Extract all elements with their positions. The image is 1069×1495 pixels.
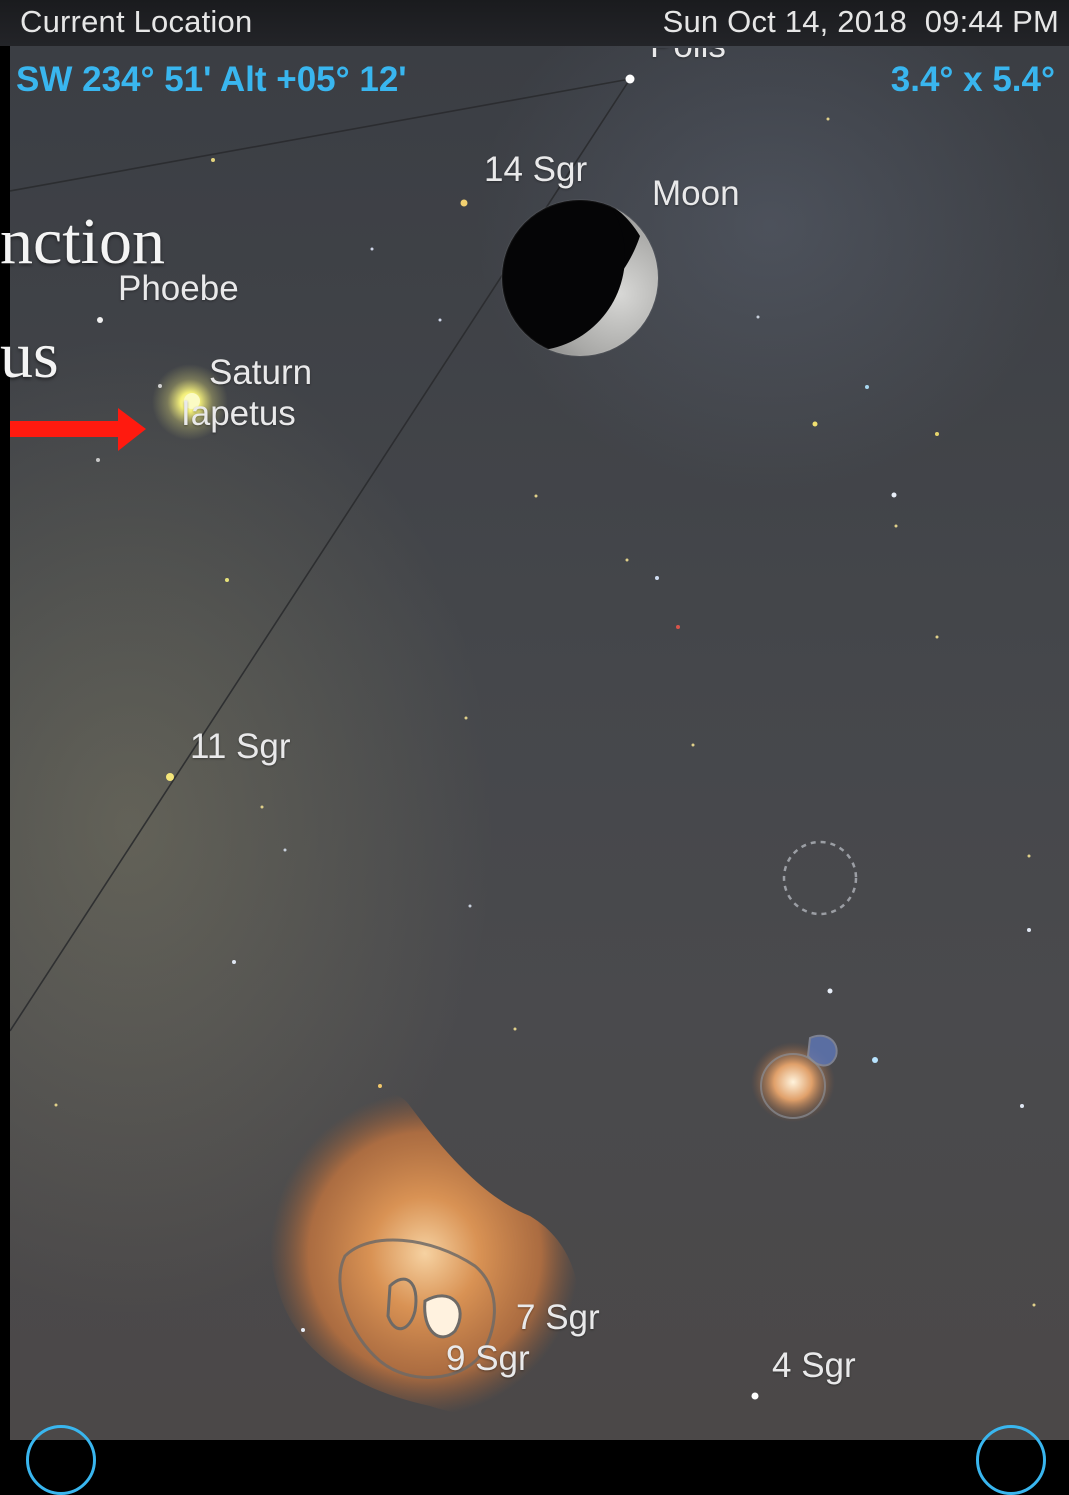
star xyxy=(865,385,869,389)
star xyxy=(676,625,680,629)
bottom-right-control-button[interactable] xyxy=(976,1425,1046,1495)
star xyxy=(378,1084,382,1088)
star xyxy=(54,1103,58,1107)
label-9-sgr[interactable]: 9 Sgr xyxy=(446,1339,530,1379)
star xyxy=(534,494,538,498)
star xyxy=(935,635,939,639)
label-7-sgr[interactable]: 7 Sgr xyxy=(516,1298,600,1338)
star xyxy=(891,492,897,498)
star xyxy=(225,578,229,582)
star xyxy=(513,1027,517,1031)
star xyxy=(211,158,215,162)
trifid-nebula xyxy=(751,1034,838,1122)
slide-subtitle-fragment: us xyxy=(0,319,59,392)
star xyxy=(826,117,830,121)
star xyxy=(96,458,100,462)
label-4-sgr[interactable]: 4 Sgr xyxy=(772,1346,856,1386)
star xyxy=(894,524,898,528)
datetime-label[interactable]: Sun Oct 14, 2018 09:44 PM xyxy=(663,4,1059,40)
star xyxy=(625,74,635,84)
star xyxy=(260,805,264,809)
right-arrow-icon xyxy=(10,408,146,451)
star xyxy=(655,576,659,580)
star xyxy=(691,743,695,747)
star xyxy=(751,1392,759,1400)
star xyxy=(464,716,468,720)
star xyxy=(283,848,287,852)
star xyxy=(1027,854,1031,858)
label-iapetus[interactable]: Iapetus xyxy=(181,394,296,434)
star xyxy=(370,247,374,251)
star xyxy=(1020,1104,1024,1108)
star xyxy=(97,317,103,323)
star xyxy=(158,384,162,388)
lagoon-nebula xyxy=(270,1091,580,1416)
field-of-view-readout[interactable]: 3.4° x 5.4° xyxy=(891,60,1055,100)
label-11-sgr[interactable]: 11 Sgr xyxy=(190,727,291,767)
star xyxy=(1032,1303,1036,1307)
pointing-readout: SW 234° 51' Alt +05° 12' xyxy=(16,60,407,99)
label-moon[interactable]: Moon xyxy=(652,174,740,214)
star xyxy=(935,432,939,436)
star xyxy=(460,199,468,207)
star xyxy=(756,315,760,319)
star xyxy=(827,988,833,994)
star xyxy=(812,421,818,427)
star xyxy=(301,1328,305,1332)
star xyxy=(468,904,472,908)
star xyxy=(232,960,236,964)
label-saturn[interactable]: Saturn xyxy=(209,353,312,393)
star xyxy=(438,318,442,322)
location-label[interactable]: Current Location xyxy=(20,4,252,40)
status-top-bar: Current Location Sun Oct 14, 2018 09:44 … xyxy=(0,0,1069,46)
star xyxy=(625,558,629,562)
label-14-sgr[interactable]: 14 Sgr xyxy=(484,150,587,190)
sky-overlay xyxy=(10,78,858,1416)
bottom-left-control-button[interactable] xyxy=(26,1425,96,1495)
dashed-target-circle-icon xyxy=(782,840,858,916)
star xyxy=(872,1057,878,1063)
slide-title-fragment: nction xyxy=(0,205,165,278)
sky-chart[interactable] xyxy=(10,46,1069,1440)
star xyxy=(1027,928,1031,932)
star xyxy=(166,773,174,781)
